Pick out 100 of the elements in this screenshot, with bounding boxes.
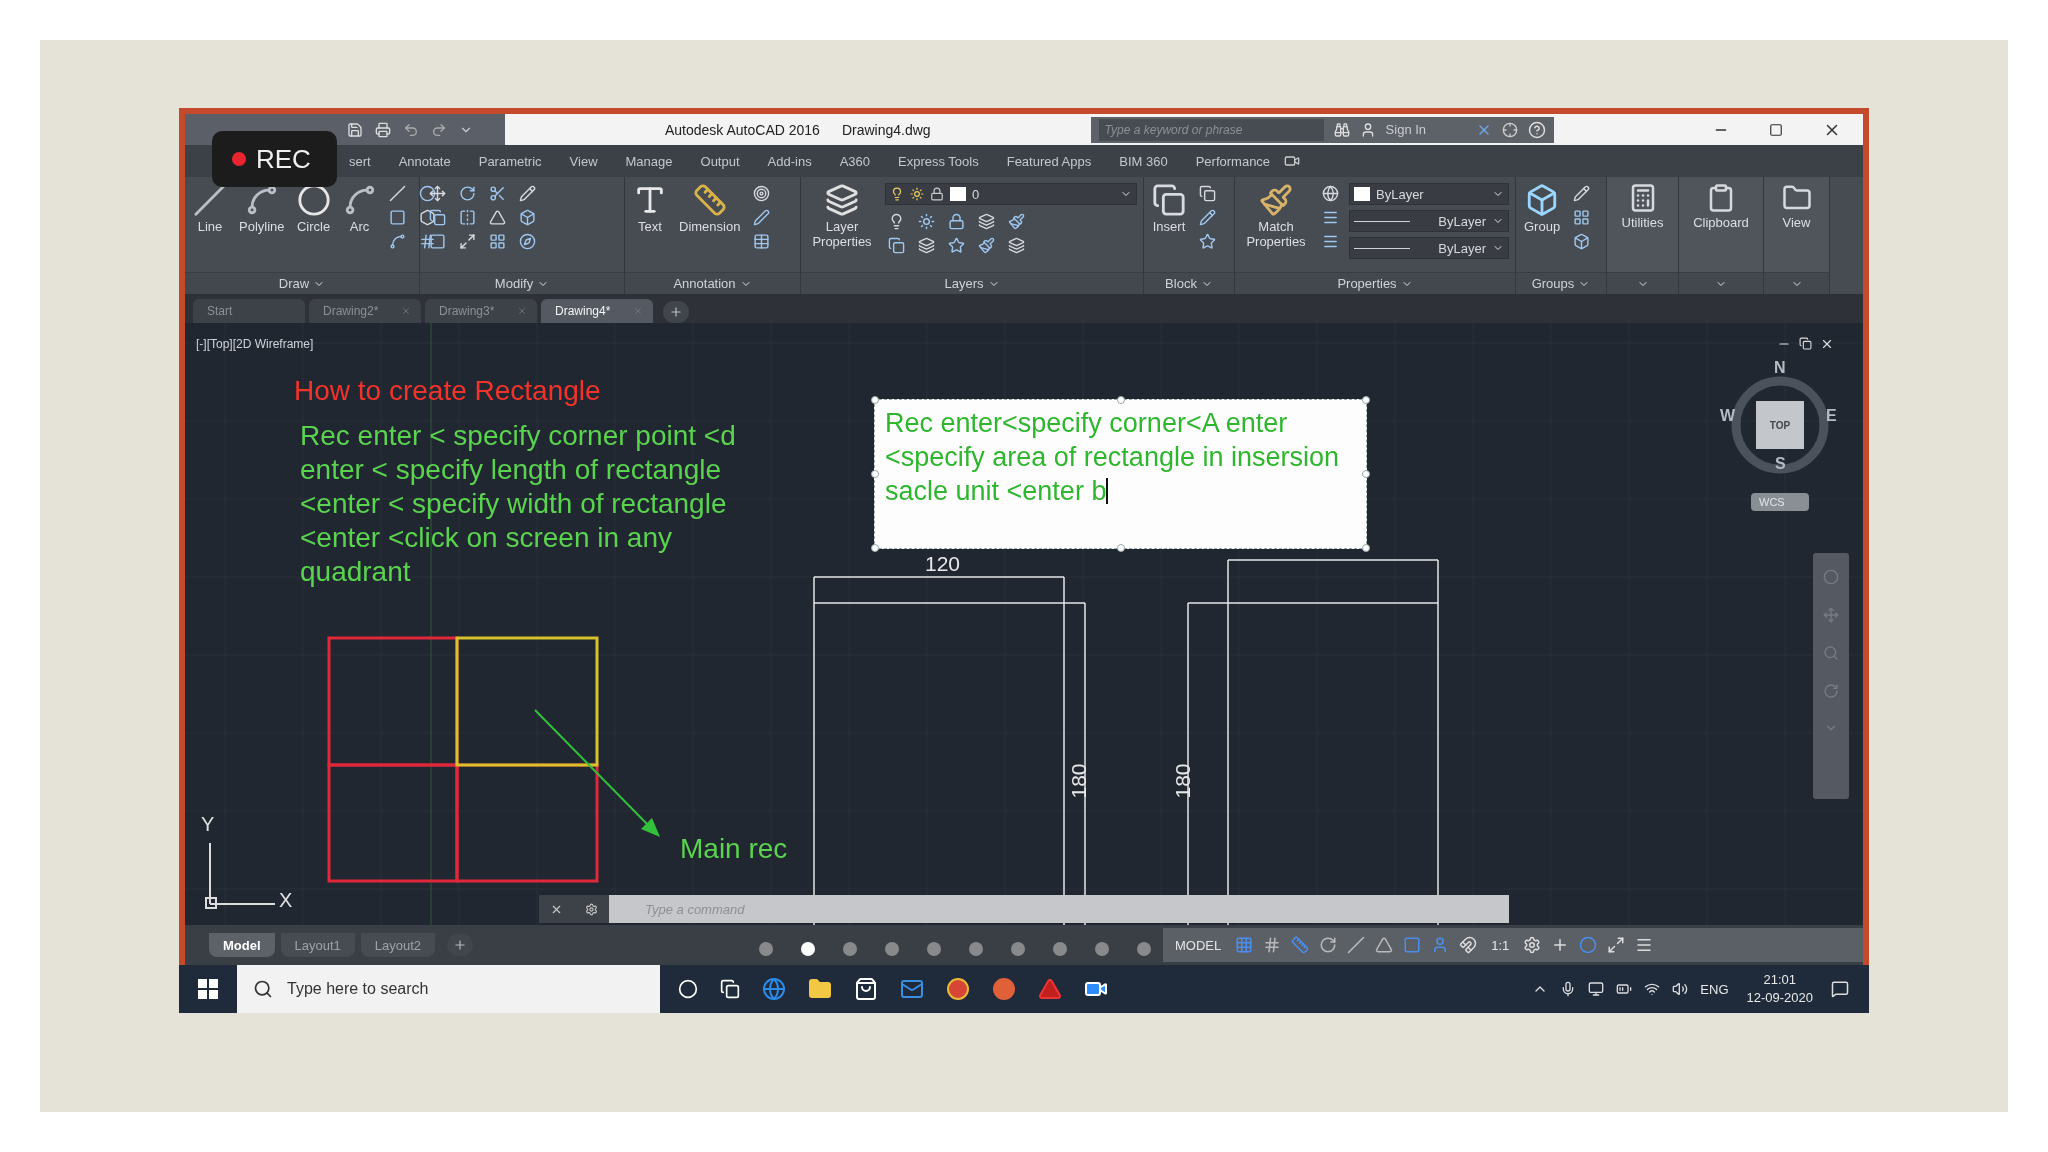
layers-icon[interactable] <box>977 213 995 230</box>
polygon-icon[interactable] <box>419 209 437 226</box>
spline-icon[interactable] <box>389 233 407 250</box>
ribbon-tab[interactable]: Featured Apps <box>992 147 1106 175</box>
resize-grip[interactable] <box>1116 396 1125 404</box>
layer-dropdown[interactable]: 0 <box>885 183 1137 205</box>
property-dropdown[interactable]: ByLayer <box>1349 183 1509 205</box>
triangle-app-icon[interactable] <box>1038 977 1062 1001</box>
layout-tab[interactable]: Layout2 <box>360 933 436 957</box>
fullscreen-icon[interactable] <box>1607 936 1626 954</box>
ribbon-tab[interactable]: Performance <box>1181 147 1285 175</box>
ribbon-tool-button[interactable]: Layer Properties <box>807 183 877 250</box>
new-tab-button[interactable] <box>663 301 689 323</box>
compass-letter[interactable]: W <box>1720 407 1736 425</box>
ribbon-tab[interactable]: A360 <box>825 147 884 175</box>
task-view-icon[interactable] <box>720 979 740 999</box>
round-logo-icon[interactable] <box>946 977 970 1001</box>
browser-icon[interactable] <box>762 977 786 1001</box>
compass-letter[interactable]: S <box>1775 455 1786 473</box>
ribbon-tool-button[interactable]: Group <box>1522 183 1563 235</box>
pencil-icon[interactable] <box>518 185 536 202</box>
ribbon-tab[interactable]: Add-ins <box>753 147 826 175</box>
ribbon-tab[interactable]: sert <box>335 147 385 175</box>
resize-grip[interactable] <box>871 544 879 552</box>
target-icon[interactable] <box>752 185 770 202</box>
lines-icon[interactable] <box>1321 233 1339 250</box>
viewport-label[interactable]: [-][Top][2D Wireframe] <box>196 337 314 351</box>
sun-icon[interactable] <box>917 213 935 230</box>
ribbon-tool-button[interactable]: Arc <box>340 183 379 235</box>
star-icon[interactable] <box>947 237 965 254</box>
wifi-icon[interactable] <box>1644 981 1661 997</box>
trim-icon[interactable] <box>488 185 506 202</box>
resize-grip[interactable] <box>1362 470 1370 478</box>
brush-icon[interactable] <box>977 237 995 254</box>
maximize-icon[interactable] <box>1769 122 1783 137</box>
ribbon-tool-button[interactable]: Clipboard <box>1691 183 1751 231</box>
notifications-icon[interactable] <box>1831 980 1849 998</box>
scale-button[interactable]: 1:1 <box>1487 937 1514 953</box>
ribbon-tab[interactable]: Express Tools <box>884 147 993 175</box>
settings-icon[interactable] <box>1523 936 1542 954</box>
ribbon-tool-button[interactable]: Dimension <box>677 183 743 235</box>
circle-icon[interactable] <box>419 185 437 202</box>
resize-grip[interactable] <box>1116 544 1125 552</box>
copy-icon[interactable] <box>887 237 905 254</box>
resize-grip[interactable] <box>1362 396 1370 404</box>
ribbon-tab[interactable]: View <box>555 147 612 175</box>
camera-icon[interactable] <box>1284 153 1301 169</box>
lines-icon[interactable] <box>1321 209 1339 226</box>
taskbar-search-field[interactable]: Type here to search <box>237 965 660 1013</box>
shopping-bag-icon[interactable] <box>854 977 878 1001</box>
panel-title-button[interactable]: Modify <box>420 272 624 294</box>
magnet-icon[interactable] <box>1459 936 1478 954</box>
compass-letter[interactable]: E <box>1826 407 1837 425</box>
layout-tab[interactable]: Layout1 <box>280 933 355 957</box>
move-icon[interactable] <box>428 185 446 202</box>
file-tab[interactable]: Drawing4* <box>541 299 653 323</box>
clock[interactable]: 21:01 12-09-2020 <box>1740 971 1819 1007</box>
new-layout-button[interactable] <box>447 934 474 956</box>
resize-grip[interactable] <box>871 396 879 404</box>
panel-title-button[interactable]: Draw <box>185 272 419 294</box>
language-indicator[interactable]: ENG <box>1700 981 1729 997</box>
ribbon-tool-button[interactable]: Utilities <box>1619 183 1666 231</box>
cube-icon[interactable] <box>1572 233 1590 250</box>
model-space-button[interactable]: MODEL <box>1171 937 1226 953</box>
rotate-icon[interactable] <box>458 185 476 202</box>
panel-title-button[interactable]: Properties <box>1235 272 1515 294</box>
ribbon-tool-button[interactable]: Insert <box>1150 183 1188 235</box>
ribbon-tool-button[interactable]: Match Properties <box>1241 183 1311 250</box>
hatch-icon[interactable] <box>419 233 437 250</box>
layers-icon[interactable] <box>1007 237 1025 254</box>
help-icon[interactable] <box>1528 120 1547 139</box>
copy-icon[interactable] <box>1198 185 1216 202</box>
rectangle-icon[interactable] <box>389 209 407 226</box>
search-field[interactable]: Type a keyword or phrase <box>1098 118 1324 141</box>
file-tab[interactable]: Drawing3* <box>425 299 537 323</box>
viewcube-face[interactable]: TOP <box>1756 401 1804 449</box>
star-icon[interactable] <box>1198 233 1216 250</box>
menu-icon[interactable] <box>1635 936 1654 954</box>
table-icon[interactable] <box>752 233 770 250</box>
grid-icon[interactable] <box>1572 209 1590 226</box>
undo-icon[interactable] <box>403 121 419 138</box>
save-icon[interactable] <box>347 121 363 138</box>
mail-icon[interactable] <box>900 977 924 1001</box>
ribbon-tool-button[interactable]: Text <box>631 183 669 235</box>
command-field[interactable]: Type a command <box>609 895 1509 923</box>
monitor-icon[interactable] <box>1588 981 1605 997</box>
pencil-icon[interactable] <box>1572 185 1590 202</box>
ribbon-tab[interactable]: Output <box>686 147 754 175</box>
panel-title-button[interactable]: Block <box>1144 272 1234 294</box>
sign-in-button[interactable]: Sign In <box>1385 122 1467 137</box>
close-icon[interactable] <box>1820 337 1834 351</box>
panel-title-button[interactable]: Annotation <box>625 272 800 294</box>
cube-icon[interactable] <box>518 209 536 226</box>
compass-letter[interactable]: N <box>1774 359 1786 377</box>
file-tab[interactable]: Drawing2* <box>309 299 421 323</box>
print-icon[interactable] <box>375 121 391 138</box>
panel-title-button[interactable]: Layers <box>801 272 1143 294</box>
brush-icon[interactable] <box>1007 213 1025 230</box>
property-dropdown[interactable]: ByLayer <box>1349 210 1509 232</box>
copy-icon[interactable] <box>428 209 446 226</box>
